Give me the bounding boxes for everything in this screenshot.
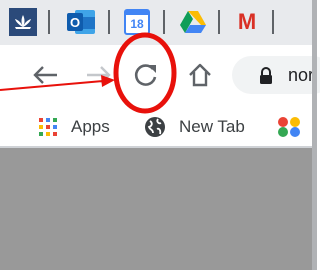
annotation-overlay bbox=[0, 32, 177, 114]
annotation-arrow bbox=[0, 80, 104, 91]
annotation-circle bbox=[113, 32, 177, 114]
annotation-arrowhead bbox=[101, 75, 115, 87]
